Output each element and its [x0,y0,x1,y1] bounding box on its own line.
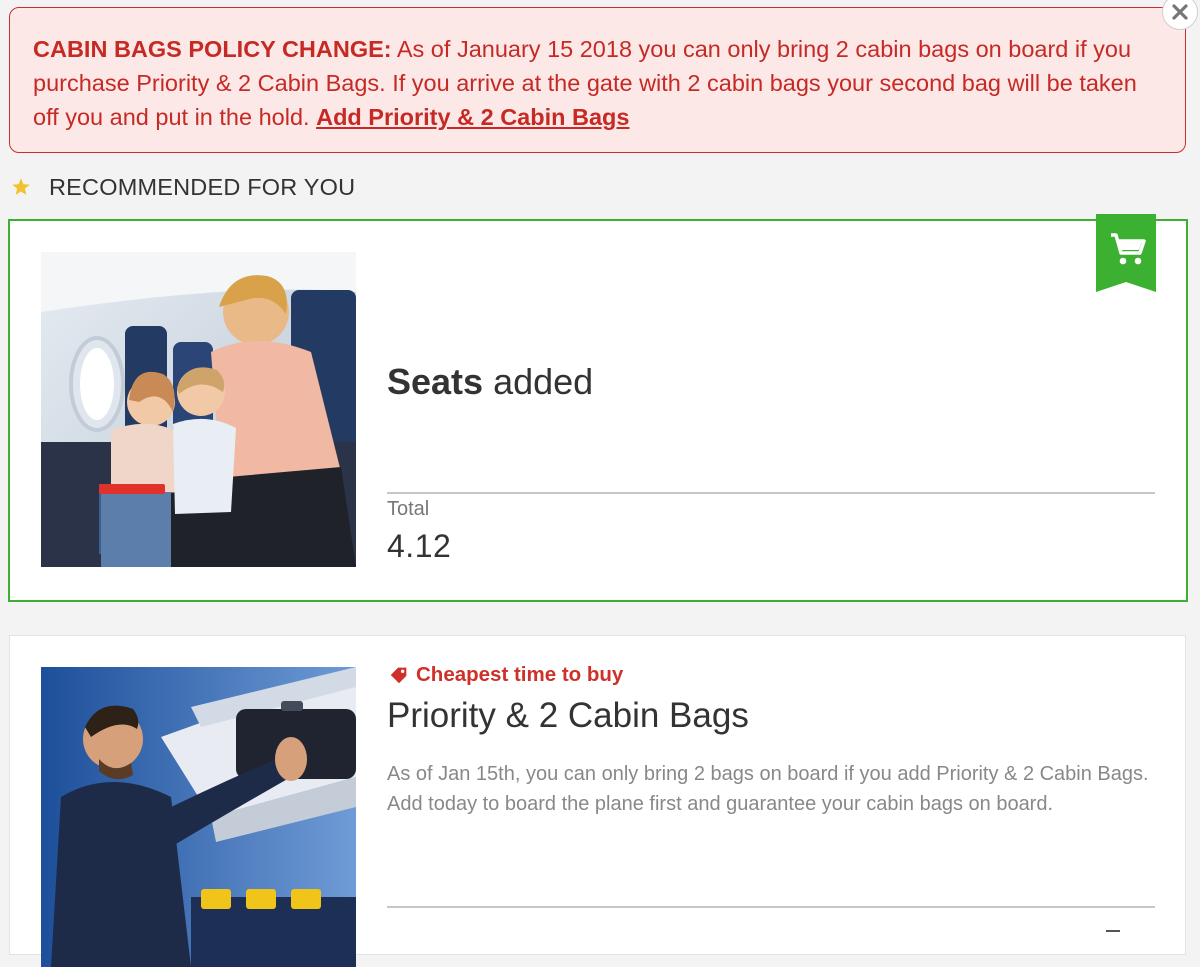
priority-bags-card[interactable]: Cheapest time to buy Priority & 2 Cabin … [9,635,1186,967]
close-icon [1172,4,1188,20]
seats-title-bold: Seats [387,361,484,402]
policy-alert-lead: CABIN BAGS POLICY CHANGE: [33,36,392,62]
priority-bags-title: Priority & 2 Cabin Bags [387,696,749,735]
star-icon [12,178,30,195]
seats-title-rest: added [483,361,594,402]
cheapest-time-tag: Cheapest time to buy [388,663,623,687]
price-tag-icon [390,667,407,684]
bags-divider [387,906,1155,908]
seats-divider [387,492,1155,494]
family-in-plane-seats-photo [41,252,356,567]
seats-card[interactable]: Seats added Total 4.12 [8,214,1188,602]
man-loading-overhead-bin-photo [41,667,356,967]
cheapest-time-label: Cheapest time to buy [416,663,624,686]
bags-corner-mark [1106,930,1120,932]
add-priority-bags-link[interactable]: Add Priority & 2 Cabin Bags [316,104,629,130]
recommended-title: RECOMMENDED FOR YOU [49,173,356,200]
total-value: 4.12 [387,528,452,564]
priority-bags-description: As of Jan 15th, you can only bring 2 bag… [387,763,1149,815]
policy-alert-banner: CABIN BAGS POLICY CHANGE: As of January … [9,7,1186,153]
close-button[interactable] [1162,0,1198,30]
cart-ribbon[interactable] [1096,214,1156,292]
recommended-heading: RECOMMENDED FOR YOU [10,172,355,202]
seats-added-title: Seats added [387,361,593,403]
total-label: Total [387,498,430,520]
